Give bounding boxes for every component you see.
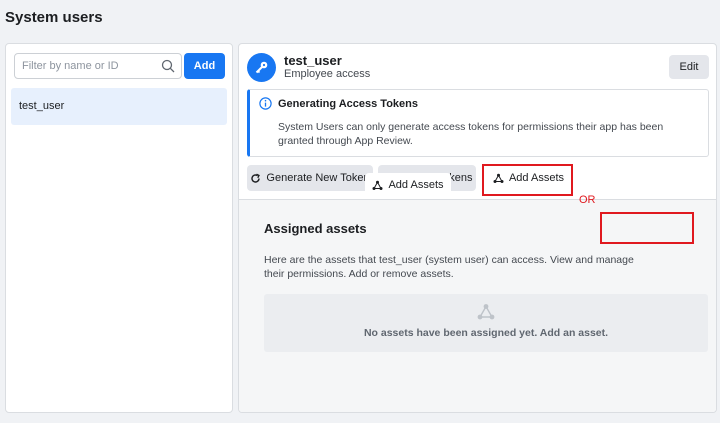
info-body: System Users can only generate access to… bbox=[278, 121, 664, 147]
empty-state: No assets have been assigned yet. Add an… bbox=[264, 294, 708, 352]
user-name: test_user bbox=[284, 53, 342, 68]
highlight-add-assets-section bbox=[600, 212, 694, 244]
empty-state-text: No assets have been assigned yet. Add an… bbox=[363, 327, 609, 339]
filter-input[interactable] bbox=[15, 54, 155, 78]
user-role: Employee access bbox=[284, 68, 371, 80]
filter-field[interactable] bbox=[14, 53, 182, 79]
refresh-icon bbox=[251, 173, 261, 183]
assets-description: Here are the assets that test_user (syst… bbox=[264, 254, 634, 280]
edit-button[interactable]: Edit bbox=[669, 55, 709, 79]
avatar bbox=[247, 53, 276, 82]
search-icon[interactable] bbox=[161, 59, 175, 73]
info-title: Generating Access Tokens bbox=[278, 98, 418, 110]
info-notice: Generating Access Tokens System Users ca… bbox=[247, 89, 709, 157]
add-assets-label: Add Assets bbox=[388, 179, 444, 191]
add-user-button[interactable]: Add bbox=[184, 53, 225, 79]
assets-icon bbox=[477, 304, 495, 320]
page-title: System users bbox=[5, 9, 103, 26]
or-label: OR bbox=[579, 194, 596, 206]
assets-icon bbox=[372, 180, 383, 190]
users-sidebar: Add test_user bbox=[5, 43, 233, 413]
assets-title: Assigned assets bbox=[264, 221, 367, 236]
key-icon bbox=[255, 61, 268, 74]
add-assets-button[interactable]: Add Assets bbox=[365, 173, 451, 197]
highlight-add-assets-toolbar bbox=[482, 164, 573, 196]
generate-token-button[interactable]: Generate New Token bbox=[247, 165, 373, 191]
user-list-item[interactable]: test_user bbox=[11, 88, 227, 125]
info-icon bbox=[259, 97, 272, 110]
generate-token-label: Generate New Token bbox=[266, 172, 370, 184]
